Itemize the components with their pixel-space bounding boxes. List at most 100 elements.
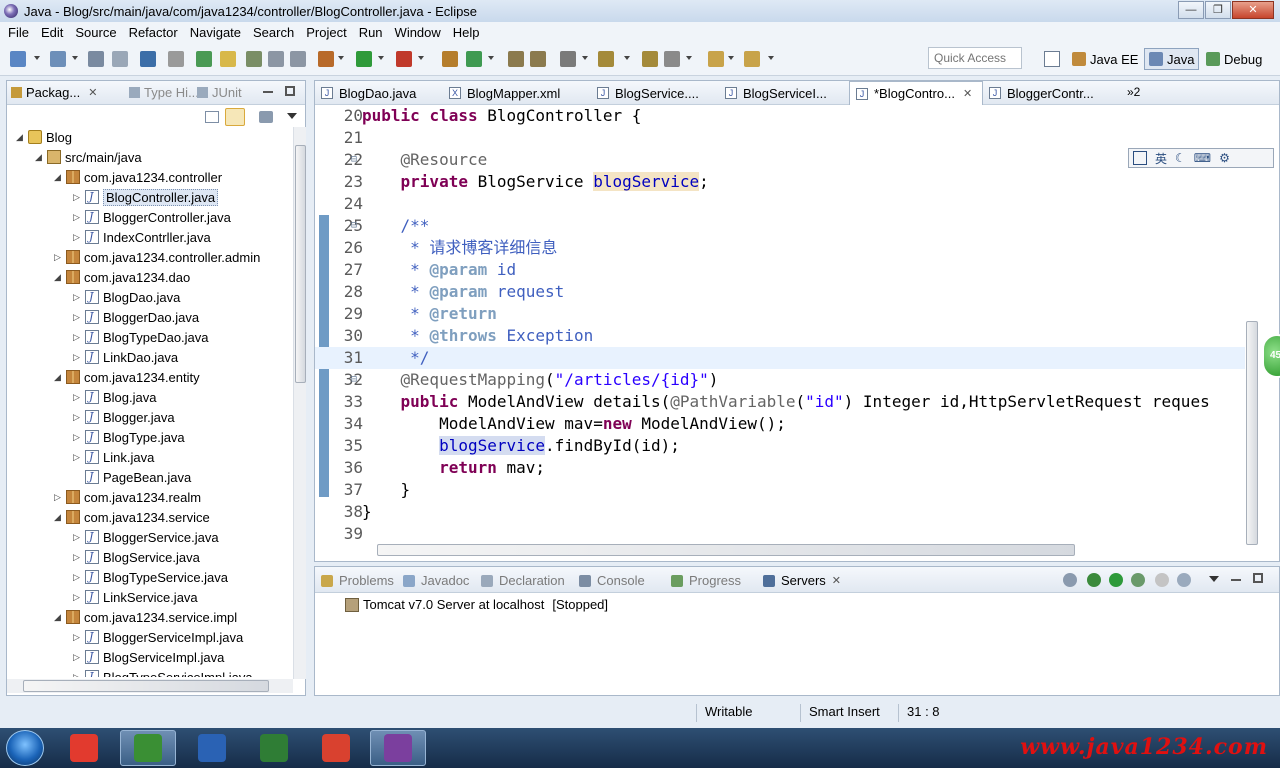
collapsed-arrow-icon[interactable]: ▷	[72, 392, 81, 403]
stop-server-icon[interactable]	[1155, 573, 1169, 587]
editor-horizontal-scrollbar[interactable]	[363, 543, 1243, 557]
tree-item[interactable]: ▷ BloggerController.java	[72, 207, 231, 227]
tree-item[interactable]: ▷ BlogTypeServiceImpl.java	[72, 667, 253, 677]
debug-icon[interactable]	[318, 51, 334, 67]
maximize-view-icon[interactable]	[285, 86, 295, 96]
collapsed-arrow-icon[interactable]: ▷	[53, 252, 62, 263]
tree-item[interactable]: ◢ com.java1234.service	[53, 507, 210, 527]
editor-scroll-thumb[interactable]	[1246, 321, 1258, 545]
tree-item[interactable]: ▷ BlogController.java	[72, 187, 219, 207]
perspective-debug[interactable]: Debug	[1206, 48, 1262, 70]
settings-icon[interactable]: ⚙	[1219, 151, 1230, 165]
tree-item[interactable]: ◢ com.java1234.controller	[53, 167, 222, 187]
dropdown-arrow-icon[interactable]	[686, 56, 692, 60]
tree-horizontal-scrollbar[interactable]	[7, 679, 293, 693]
tree-item[interactable]: ◢ com.java1234.service.impl	[53, 607, 237, 627]
debug-server-icon[interactable]	[1087, 573, 1101, 587]
collapsed-arrow-icon[interactable]: ▷	[72, 592, 81, 603]
menu-project[interactable]: Project	[300, 25, 352, 40]
dropdown-arrow-icon[interactable]	[418, 56, 424, 60]
perspective-java-ee[interactable]: Java EE	[1072, 48, 1138, 70]
tree-item[interactable]: ◢ Blog	[15, 127, 72, 147]
collapsed-arrow-icon[interactable]: ▷	[72, 632, 81, 643]
open-task-icon[interactable]	[508, 51, 524, 67]
tree-item[interactable]: ▷ com.java1234.realm	[53, 487, 201, 507]
tree-item[interactable]: ▷ BlogTypeService.java	[72, 567, 228, 587]
tree-item[interactable]: ▷ BlogTypeDao.java	[72, 327, 208, 347]
save-all-icon[interactable]	[112, 51, 128, 67]
left-tab-1[interactable]: Type Hi...	[129, 85, 199, 100]
close-tab-icon[interactable]: ✕	[88, 86, 97, 99]
editor-tab-overflow[interactable]: »2	[1127, 85, 1140, 99]
tree-item[interactable]: ▷ BlogDao.java	[72, 287, 180, 307]
search-icon[interactable]	[560, 51, 576, 67]
eclipse-app[interactable]	[370, 730, 426, 766]
bottom-tab-progress[interactable]: Progress	[671, 573, 741, 588]
profile-server-icon[interactable]	[1131, 573, 1145, 587]
start-server-icon[interactable]	[1109, 573, 1123, 587]
tree-item[interactable]: ▷ IndexContrller.java	[72, 227, 211, 247]
bottom-tab-declaration[interactable]: Declaration	[481, 573, 565, 588]
print-icon[interactable]	[140, 51, 156, 67]
collapsed-arrow-icon[interactable]: ▷	[72, 332, 81, 343]
toggle-icon[interactable]	[168, 51, 184, 67]
tree-item[interactable]: ▷ Blogger.java	[72, 407, 175, 427]
tree-item[interactable]: PageBean.java	[72, 467, 191, 487]
server-row[interactable]: Tomcat v7.0 Server at localhost [Stopped]	[345, 597, 608, 612]
collapse-icon[interactable]	[1063, 573, 1077, 587]
tree-item[interactable]: ▷ BloggerServiceImpl.java	[72, 627, 243, 647]
collapsed-arrow-icon[interactable]: ▷	[72, 572, 81, 583]
expanded-arrow-icon[interactable]: ◢	[53, 612, 62, 623]
editor-tab-5[interactable]: J BloggerContr...	[983, 81, 1129, 105]
annotation-prev-icon[interactable]	[642, 51, 658, 67]
dropdown-arrow-icon[interactable]	[488, 56, 494, 60]
menu-edit[interactable]: Edit	[35, 25, 69, 40]
bottom-tab-console[interactable]: Console	[579, 573, 645, 588]
bottom-tab-problems[interactable]: Problems	[321, 573, 394, 588]
save-icon[interactable]	[88, 51, 104, 67]
tree-hscroll-thumb[interactable]	[23, 680, 269, 692]
dropdown-arrow-icon[interactable]	[34, 56, 40, 60]
start-button[interactable]	[6, 730, 44, 766]
close-window-button[interactable]: ✕	[1232, 1, 1274, 19]
tree-item[interactable]: ▷ Link.java	[72, 447, 154, 467]
tree-item[interactable]: ◢ com.java1234.entity	[53, 367, 200, 387]
view-menu-icon[interactable]	[259, 111, 273, 123]
step-icon[interactable]	[290, 51, 306, 67]
highlight-icon[interactable]	[220, 51, 236, 67]
dropdown-arrow-icon[interactable]	[728, 56, 734, 60]
dropdown-arrow-icon[interactable]	[624, 56, 630, 60]
collapsed-arrow-icon[interactable]: ▷	[72, 652, 81, 663]
word-app[interactable]	[184, 730, 240, 766]
collapsed-arrow-icon[interactable]: ▷	[72, 212, 81, 223]
collapsed-arrow-icon[interactable]: ▷	[72, 532, 81, 543]
back-forward-icon[interactable]	[664, 51, 680, 67]
forward-icon[interactable]	[744, 51, 760, 67]
dropdown-arrow-icon[interactable]	[582, 56, 588, 60]
fold-marker-icon[interactable]: ⊟	[351, 149, 357, 171]
expanded-arrow-icon[interactable]: ◢	[53, 372, 62, 383]
close-tab-icon[interactable]: ✕	[963, 87, 972, 100]
tree-scroll-thumb[interactable]	[295, 145, 306, 383]
dropdown-arrow-icon[interactable]	[72, 56, 78, 60]
minimize-view-icon[interactable]	[263, 91, 273, 93]
moon-icon[interactable]: ☾	[1175, 151, 1186, 165]
step-icon[interactable]	[268, 51, 284, 67]
expanded-arrow-icon[interactable]: ◢	[34, 152, 43, 163]
editor-tab-3[interactable]: J BlogServiceI...	[719, 81, 849, 105]
editor-hscroll-thumb[interactable]	[377, 544, 1075, 556]
collapsed-arrow-icon[interactable]: ▷	[72, 552, 81, 563]
tree-item[interactable]: ▷ BloggerService.java	[72, 527, 219, 547]
editor-vertical-scrollbar[interactable]	[1245, 105, 1259, 547]
external-tools-icon[interactable]	[396, 51, 412, 67]
view-menu-dropdown-icon[interactable]	[1209, 576, 1219, 582]
tree-item[interactable]: ▷ com.java1234.controller.admin	[53, 247, 260, 267]
run-icon[interactable]	[356, 51, 372, 67]
tree-item[interactable]: ◢ src/main/java	[34, 147, 142, 167]
link-with-editor-icon[interactable]	[225, 108, 245, 126]
ime-toolbar[interactable]: 英 ☾ ⌨ ⚙	[1128, 148, 1274, 168]
tree-item[interactable]: ▷ Blog.java	[72, 387, 156, 407]
perspective-open-icon[interactable]	[1044, 51, 1060, 67]
collapsed-arrow-icon[interactable]: ▷	[72, 412, 81, 423]
tree-item[interactable]: ▷ BlogService.java	[72, 547, 200, 567]
